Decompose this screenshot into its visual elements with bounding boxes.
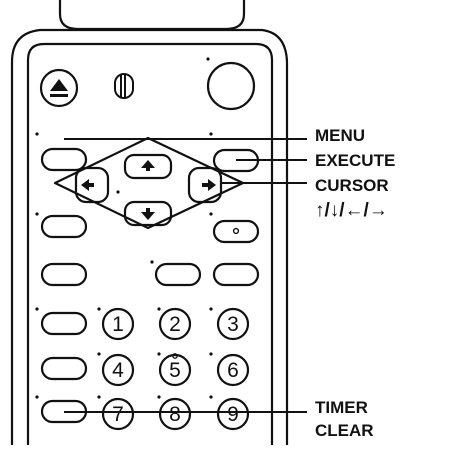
key-5-label: 5: [169, 359, 181, 382]
arrow-down-icon: [141, 208, 155, 220]
oval-button-row3-mid[interactable]: [154, 262, 202, 287]
key-8-label: 8: [169, 403, 181, 426]
key-1-label: 1: [112, 313, 124, 336]
eject-icon: [50, 79, 68, 97]
key-4-label: 4: [112, 359, 124, 382]
cursor-label: CURSOR: [315, 176, 389, 195]
cursor-arrows-label: ↑/↓/←/→: [315, 200, 388, 221]
oval-button-row4-left[interactable]: [40, 311, 88, 336]
key-3-label: 3: [227, 313, 239, 336]
oval-button-left-2[interactable]: [40, 214, 88, 239]
arrow-right-icon: [202, 179, 216, 191]
menu-label: MENU: [315, 126, 366, 145]
key-2-label: 2: [169, 313, 181, 336]
oval-button-row3-right[interactable]: [212, 262, 260, 287]
remote-diagram: 1 2 3 4 5 6 7 8 9 MENU EXECUTE CURSOR ↑/↓/←/→ TI…: [0, 0, 449, 447]
arrow-left-icon: [81, 179, 94, 191]
timer-label: TIMER: [315, 398, 368, 417]
key-6-label: 6: [227, 359, 239, 382]
mode-switch[interactable]: [114, 73, 134, 99]
oval-button-row5-left[interactable]: [40, 356, 88, 381]
remote-control-drawing: 1 2 3 4 5 6 7 8 9: [10, 0, 307, 447]
key-7-label: 7: [112, 403, 124, 426]
small-circle-icon: [232, 227, 240, 235]
oval-button-row3-left[interactable]: [40, 262, 88, 287]
ir-window: [58, 0, 246, 31]
arrow-up-icon: [141, 160, 155, 171]
power-button[interactable]: [206, 61, 256, 111]
key-9-label: 9: [227, 403, 239, 426]
execute-label: EXECUTE: [315, 151, 396, 170]
clear-label: CLEAR: [315, 421, 374, 440]
menu-button[interactable]: [40, 147, 88, 172]
oval-button-right-2[interactable]: [212, 219, 260, 244]
